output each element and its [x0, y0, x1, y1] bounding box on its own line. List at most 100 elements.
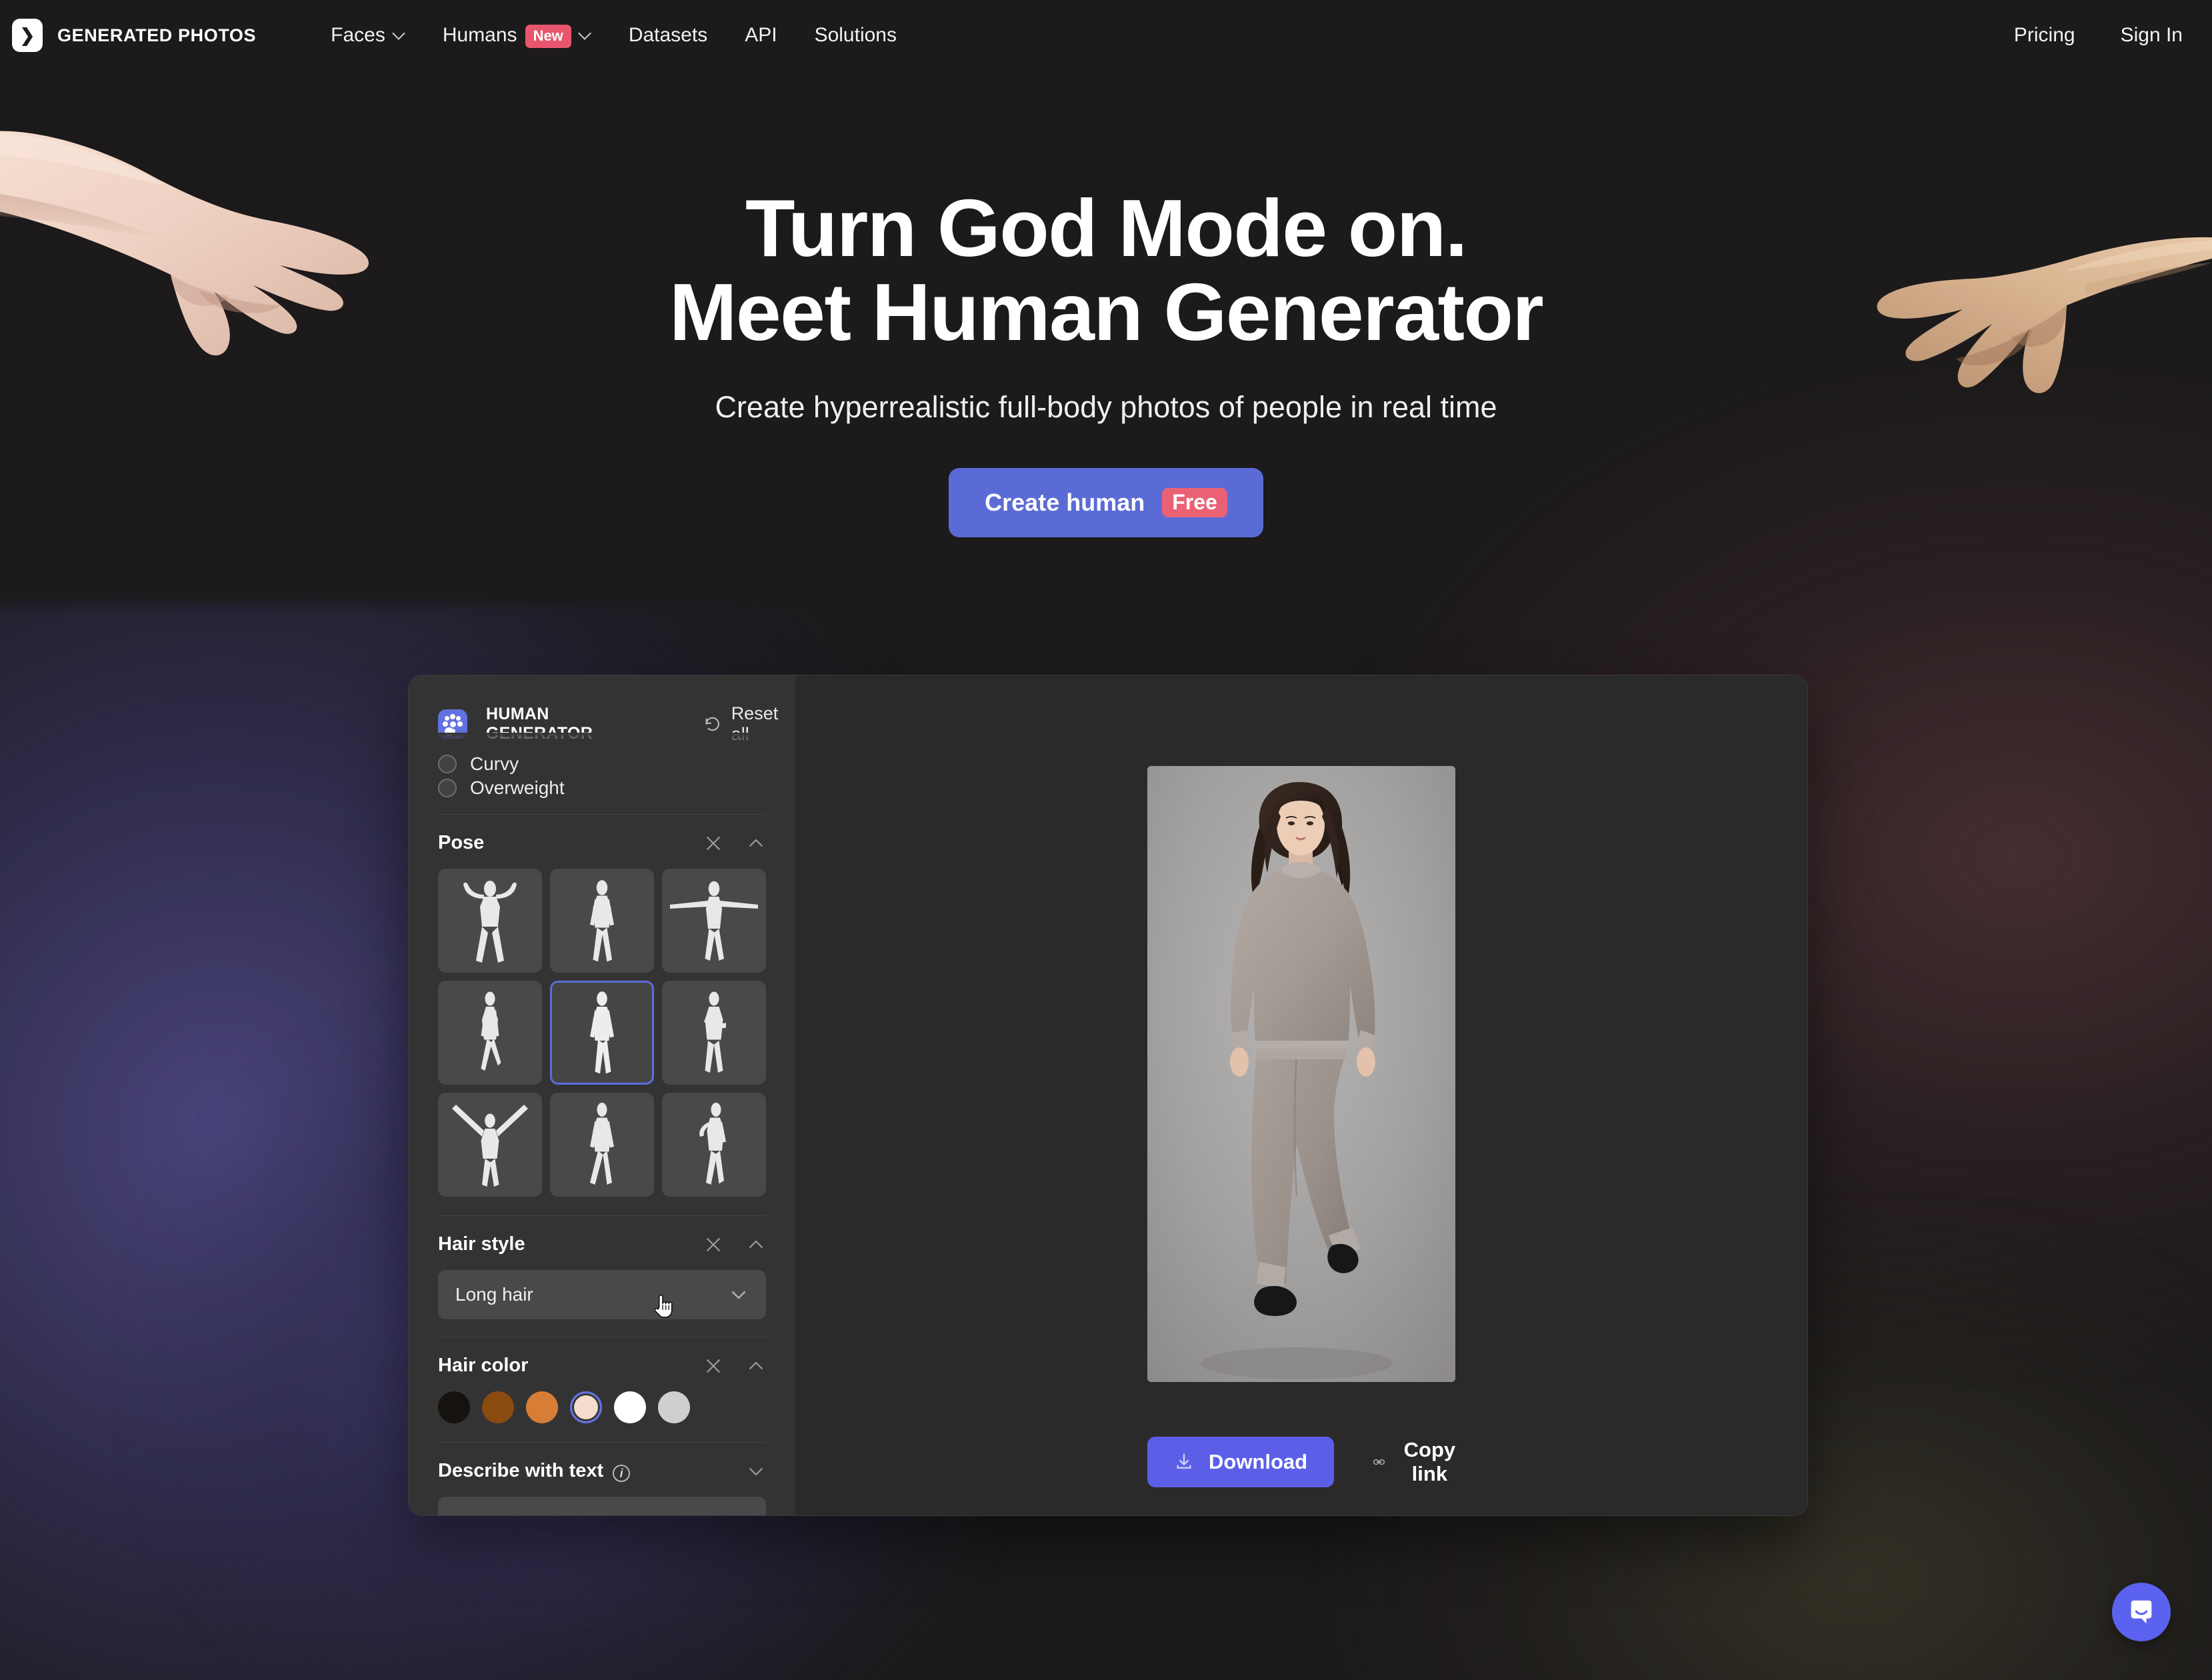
chevron-down-icon	[579, 27, 591, 39]
pose-thumbnail	[481, 991, 501, 1071]
download-label: Download	[1209, 1450, 1308, 1473]
chat-widget-button[interactable]	[2112, 1583, 2171, 1641]
body-type-option-curvy[interactable]: Curvy	[438, 754, 766, 774]
section-header-hair-color: Hair color	[438, 1337, 766, 1391]
hair-style-select[interactable]: Long hair	[438, 1270, 766, 1319]
nav-item-api-label: API	[745, 24, 777, 46]
nav-item-datasets[interactable]: Datasets	[610, 0, 726, 71]
sign-in-button[interactable]: Sign In	[2098, 0, 2212, 71]
body-type-option-overweight[interactable]: Overweight	[438, 774, 766, 802]
section-header-pose: Pose	[438, 815, 766, 869]
radio-icon	[438, 779, 457, 797]
hair-color-swatch-ginger[interactable]	[526, 1391, 558, 1423]
pose-thumbnail	[590, 1103, 614, 1185]
pose-grid	[438, 869, 766, 1197]
hair-color-section-title: Hair color	[438, 1355, 529, 1376]
body-type-curvy-label: Curvy	[470, 754, 519, 774]
section-header-describe-with-text: Describe with text i	[438, 1443, 766, 1497]
info-icon[interactable]: i	[613, 1464, 631, 1482]
close-icon[interactable]	[703, 833, 723, 853]
close-icon[interactable]	[703, 1356, 723, 1376]
top-navigation-bar: ❯ GENERATED PHOTOS Faces Humans New Data…	[0, 0, 2212, 71]
pose-thumbnail	[452, 1105, 528, 1187]
create-human-label: Create human	[985, 489, 1145, 517]
pose-thumbnail	[704, 991, 726, 1073]
describe-textarea-placeholder: Black and white dress, sitting on a chai…	[455, 1511, 749, 1515]
describe-section-title: Describe with text	[438, 1460, 604, 1481]
copy-link-button[interactable]: Copy link	[1373, 1438, 1459, 1486]
body-type-overweight-label: Overweight	[470, 777, 565, 798]
pose-thumbnail	[590, 991, 614, 1074]
pose-option-walk-forward[interactable]	[550, 981, 654, 1085]
nav-item-humans[interactable]: Humans New	[424, 0, 610, 71]
pose-section-title: Pose	[438, 832, 485, 853]
create-human-button[interactable]: Create human Free	[949, 468, 1263, 538]
new-badge: New	[525, 24, 571, 48]
chevron-up-icon[interactable]	[746, 1235, 766, 1255]
hero-cta-wrapper: Create human Free	[0, 468, 2212, 538]
hair-color-swatch-grey[interactable]	[658, 1391, 690, 1423]
pose-option-walk-side[interactable]	[438, 981, 542, 1085]
pose-option-arms-crossed[interactable]	[662, 981, 766, 1085]
sign-in-label: Sign In	[2120, 24, 2183, 46]
free-badge: Free	[1162, 488, 1227, 518]
hero-section: Turn God Mode on. Meet Human Generator C…	[0, 186, 2212, 538]
hair-color-swatch-blonde[interactable]	[570, 1391, 602, 1423]
preview-area: Download Copy link	[795, 675, 1807, 1515]
nav-item-solutions-label: Solutions	[814, 24, 897, 46]
chat-bubble-icon	[2131, 1600, 2152, 1624]
panel-title: HUMAN GENERATOR	[486, 705, 593, 743]
hair-style-selected-value: Long hair	[455, 1284, 533, 1305]
pose-section-actions	[703, 833, 766, 853]
nav-item-faces-label: Faces	[331, 24, 385, 46]
reset-icon	[705, 717, 720, 731]
pose-option-t-pose[interactable]	[662, 869, 766, 973]
pose-thumbnail	[670, 881, 758, 961]
download-button[interactable]: Download	[1147, 1437, 1335, 1487]
controls-sidebar: HUMAN GENERATOR Reset all Curvy Overweig…	[409, 675, 795, 1515]
chevron-down-icon	[393, 27, 405, 39]
nav-item-pricing[interactable]: Pricing	[1991, 0, 2098, 71]
brand-logo[interactable]: ❯ GENERATED PHOTOS	[12, 19, 256, 52]
chevron-down-icon[interactable]	[746, 1461, 766, 1481]
section-header-hair-style: Hair style	[438, 1216, 766, 1270]
radio-icon	[438, 755, 457, 773]
chevron-down-icon	[732, 1291, 745, 1299]
controls-scroll-body[interactable]: Curvy Overweight Pose Hair style Long ha…	[409, 754, 795, 1515]
describe-section-actions	[746, 1461, 766, 1481]
hair-color-section-actions	[703, 1356, 766, 1376]
chevron-up-icon[interactable]	[746, 833, 766, 853]
reset-all-button[interactable]: Reset all	[703, 703, 795, 745]
nav-item-faces[interactable]: Faces	[312, 0, 424, 71]
pose-option-arms-raised-v[interactable]	[438, 1093, 542, 1197]
pose-option-stand-relaxed[interactable]	[550, 869, 654, 973]
nav-item-datasets-label: Datasets	[628, 24, 708, 46]
hair-color-swatch-brown[interactable]	[482, 1391, 514, 1423]
hair-style-section-title: Hair style	[438, 1233, 525, 1255]
pose-option-stride-forward[interactable]	[550, 1093, 654, 1197]
copy-link-label: Copy link	[1403, 1438, 1456, 1485]
chevron-up-icon[interactable]	[746, 1356, 766, 1376]
pose-thumbnail	[463, 881, 517, 963]
hair-color-swatch-white[interactable]	[614, 1391, 646, 1423]
nav-item-pricing-label: Pricing	[2013, 24, 2075, 46]
panel-header: HUMAN GENERATOR Reset all	[409, 675, 795, 745]
nav-item-solutions[interactable]: Solutions	[796, 0, 915, 71]
pose-option-hand-on-hip[interactable]	[662, 1093, 766, 1197]
hero-subtitle: Create hyperrealistic full-body photos o…	[715, 390, 1497, 425]
pose-option-flex-arms-up[interactable]	[438, 869, 542, 973]
pose-thumbnail	[699, 1103, 726, 1185]
hero-title-line-2: Meet Human Generator	[669, 266, 1544, 357]
generated-person-image	[1147, 766, 1455, 1382]
hair-color-swatch-black[interactable]	[438, 1391, 470, 1423]
close-icon[interactable]	[703, 1235, 723, 1255]
human-generator-app-panel: HUMAN GENERATOR Reset all Curvy Overweig…	[408, 675, 1808, 1516]
hair-color-swatches	[438, 1391, 766, 1427]
brand-name: GENERATED PHOTOS	[57, 25, 257, 45]
hair-style-section-actions	[703, 1235, 766, 1255]
generated-person-photo[interactable]	[1147, 766, 1455, 1382]
secondary-nav: Pricing Sign In	[1991, 0, 2212, 71]
describe-textarea[interactable]: Black and white dress, sitting on a chai…	[438, 1497, 766, 1515]
nav-item-api[interactable]: API	[726, 0, 795, 71]
pose-thumbnail	[590, 880, 614, 962]
